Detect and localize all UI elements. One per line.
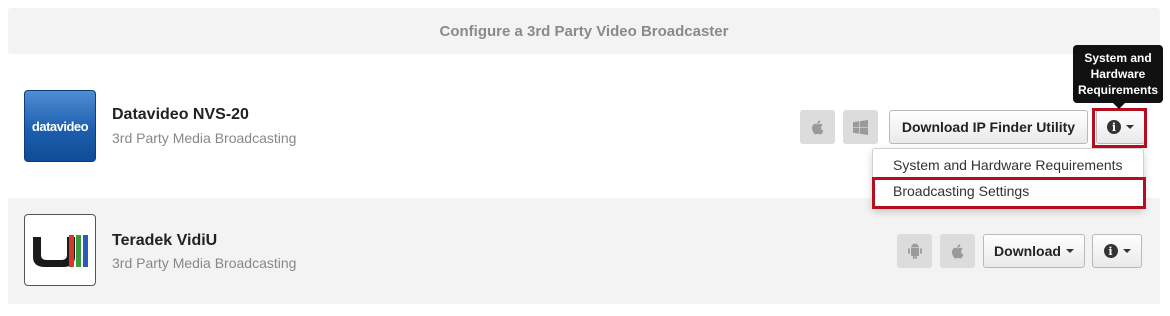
info-tooltip: System and Hardware Requirements xyxy=(1073,45,1163,103)
apple-icon xyxy=(951,244,963,259)
broadcaster-subtitle: 3rd Party Media Broadcasting xyxy=(112,255,297,271)
broadcaster-name: Datavideo NVS-20 xyxy=(112,106,249,123)
download-ip-finder-button[interactable]: Download IP Finder Utility xyxy=(889,110,1088,144)
info-dropdown-button[interactable]: i xyxy=(1092,234,1142,268)
apple-icon xyxy=(811,120,823,135)
caret-down-icon xyxy=(1065,249,1074,253)
broadcasting-settings-highlight xyxy=(872,177,1146,209)
android-icon xyxy=(907,243,922,259)
download-dropdown-button[interactable]: Download xyxy=(983,234,1085,268)
menu-item-system-requirements[interactable]: System and Hardware Requirements xyxy=(873,153,1143,178)
download-label: Download xyxy=(994,243,1061,259)
caret-down-icon xyxy=(1122,249,1131,253)
page-title: Configure a 3rd Party Video Broadcaster xyxy=(439,22,729,40)
android-platform-button[interactable] xyxy=(897,234,932,268)
logo-text: datavideo xyxy=(31,118,89,134)
broadcaster-subtitle: 3rd Party Media Broadcasting xyxy=(112,130,297,146)
download-ip-finder-label: Download IP Finder Utility xyxy=(901,119,1076,135)
broadcaster-row-teradek: Teradek VidiU 3rd Party Media Broadcasti… xyxy=(8,198,1160,304)
apple-platform-button[interactable] xyxy=(800,110,835,144)
page-header: Configure a 3rd Party Video Broadcaster xyxy=(8,8,1160,54)
teradek-logo xyxy=(24,214,96,286)
info-button-highlight xyxy=(1092,108,1147,148)
windows-icon xyxy=(853,119,868,135)
datavideo-logo: datavideo xyxy=(24,90,96,162)
windows-platform-button[interactable] xyxy=(843,110,878,144)
apple-platform-button[interactable] xyxy=(940,234,975,268)
broadcaster-name: Teradek VidiU xyxy=(112,232,218,249)
tooltip-arrow xyxy=(1113,103,1125,109)
info-icon: i xyxy=(1103,244,1118,258)
teradek-logo-mark xyxy=(33,235,88,267)
